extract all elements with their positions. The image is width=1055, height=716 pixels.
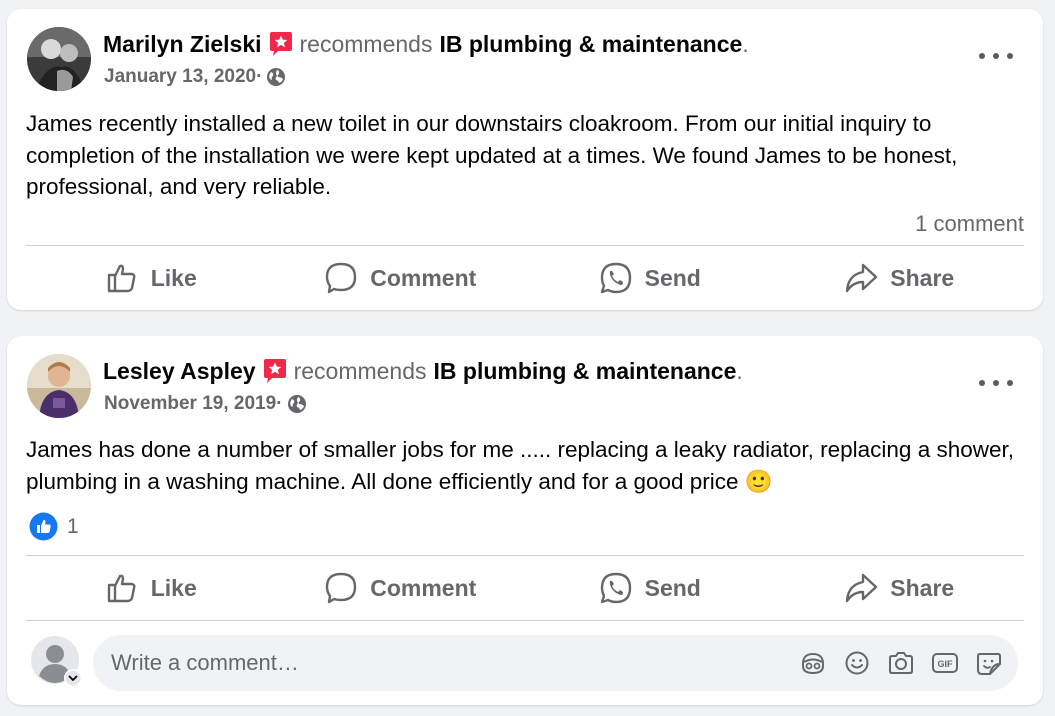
like-button[interactable]: Like xyxy=(26,556,276,620)
send-label: Send xyxy=(644,264,701,291)
post-body: James recently installed a new toilet in… xyxy=(26,111,958,199)
post-header: Lesley Aspley recommends IB plumbing & m… xyxy=(103,358,743,385)
page-name-link[interactable]: IB plumbing & maintenance xyxy=(434,358,737,385)
comment-button[interactable]: Comment xyxy=(276,556,526,620)
recommends-text: recommends xyxy=(299,31,433,57)
share-button[interactable]: Share xyxy=(775,246,1025,310)
comment-composer: GIF xyxy=(93,635,1018,691)
comment-label: Comment xyxy=(370,574,477,601)
reactions-summary[interactable]: 1 xyxy=(29,512,79,541)
author-avatar[interactable] xyxy=(27,354,91,418)
post-meta: November 19, 2019 · xyxy=(104,393,307,415)
post-meta: January 13, 2020 · xyxy=(104,66,286,88)
action-bar: Like Comment Send Share xyxy=(26,246,1024,310)
page-name-link[interactable]: IB plumbing & maintenance xyxy=(439,31,742,58)
author-name[interactable]: Lesley Aspley xyxy=(103,358,256,385)
recommend-badge-icon xyxy=(262,358,288,384)
avatar-sticker-icon[interactable] xyxy=(798,648,828,678)
thumbs-up-icon xyxy=(107,574,136,603)
globe-icon xyxy=(287,395,306,413)
send-button[interactable]: Send xyxy=(525,246,775,310)
share-button[interactable]: Share xyxy=(775,556,1025,620)
more-options-button[interactable] xyxy=(979,47,1013,65)
more-options-button[interactable] xyxy=(979,374,1013,392)
share-label: Share xyxy=(890,264,955,291)
post-card: Marilyn Zielski recommends IB plumbing &… xyxy=(7,9,1043,310)
dot-icon xyxy=(979,380,985,386)
recommends-text: recommends xyxy=(293,358,427,384)
comments-count-link[interactable]: 1 comment xyxy=(915,211,1024,237)
send-label: Send xyxy=(644,574,701,601)
like-label: Like xyxy=(150,574,197,601)
share-label: Share xyxy=(890,574,955,601)
whatsapp-icon xyxy=(600,572,631,604)
comment-bubble-icon xyxy=(326,262,357,294)
action-bar: Like Comment Send Share xyxy=(26,556,1024,620)
svg-text:GIF: GIF xyxy=(938,659,954,669)
comment-input[interactable] xyxy=(111,635,751,691)
divider xyxy=(26,620,1024,621)
reaction-count: 1 xyxy=(67,514,79,538)
like-reaction-icon xyxy=(29,512,58,541)
sticker-icon[interactable] xyxy=(974,648,1004,678)
header-period: . xyxy=(742,31,749,57)
thumbs-up-icon xyxy=(107,264,136,293)
dot-icon xyxy=(993,53,999,59)
post-date[interactable]: January 13, 2020 xyxy=(104,66,256,88)
post-card: Lesley Aspley recommends IB plumbing & m… xyxy=(7,336,1043,705)
author-avatar[interactable] xyxy=(27,27,91,91)
emoji-icon[interactable] xyxy=(842,648,872,678)
post-date[interactable]: November 19, 2019 xyxy=(104,393,276,415)
whatsapp-icon xyxy=(600,262,631,294)
comment-button[interactable]: Comment xyxy=(276,246,526,310)
gif-icon[interactable]: GIF xyxy=(930,648,960,678)
camera-icon[interactable] xyxy=(886,648,916,678)
like-label: Like xyxy=(150,264,197,291)
dot-icon xyxy=(1007,53,1013,59)
header-period: . xyxy=(736,358,743,384)
author-name[interactable]: Marilyn Zielski xyxy=(103,31,262,58)
globe-icon xyxy=(267,68,286,86)
share-arrow-icon xyxy=(846,263,878,293)
recommend-badge-icon xyxy=(268,31,294,57)
dot-icon xyxy=(1007,380,1013,386)
send-button[interactable]: Send xyxy=(525,556,775,620)
meta-separator: · xyxy=(276,393,283,414)
composer-tools: GIF xyxy=(798,648,1004,678)
post-body: James has done a number of smaller jobs … xyxy=(26,437,1015,494)
dot-icon xyxy=(979,53,985,59)
comment-bubble-icon xyxy=(326,572,357,604)
like-button[interactable]: Like xyxy=(26,246,276,310)
current-user-avatar[interactable] xyxy=(31,636,83,688)
comment-label: Comment xyxy=(370,264,477,291)
meta-separator: · xyxy=(256,66,263,87)
share-arrow-icon xyxy=(846,573,878,603)
post-header: Marilyn Zielski recommends IB plumbing &… xyxy=(103,31,749,58)
dot-icon xyxy=(993,380,999,386)
